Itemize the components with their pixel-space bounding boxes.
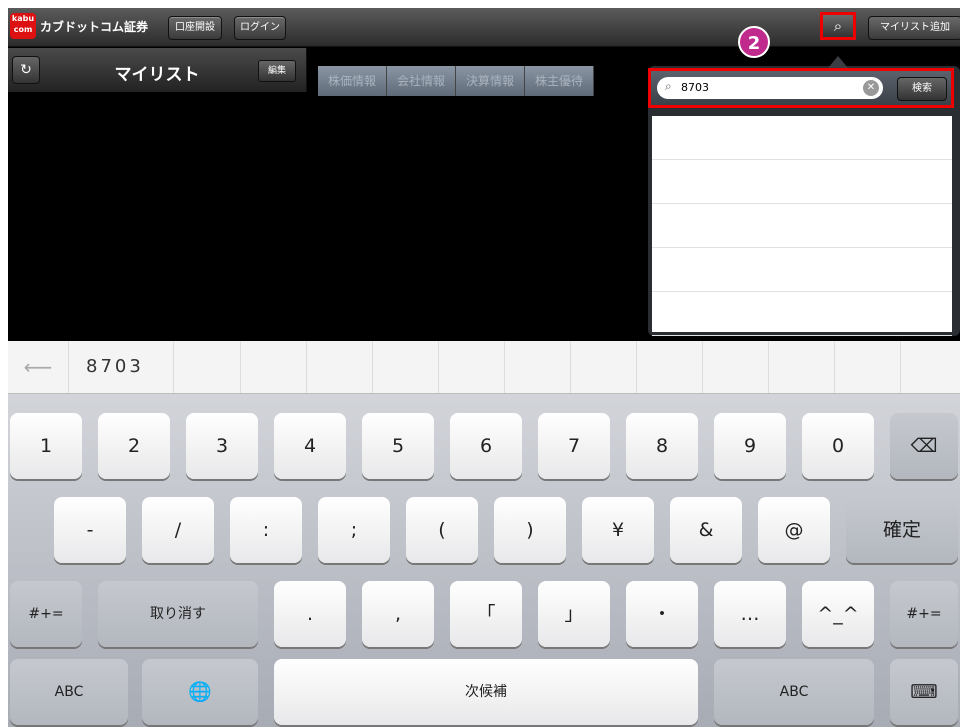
tab-earnings[interactable]: 決算情報 bbox=[456, 66, 526, 96]
top-bar: kabu com カブドットコム証券 口座開設 ログイン ⌕ マイリスト追加 bbox=[8, 8, 960, 47]
key-4[interactable]: 4 bbox=[274, 413, 346, 479]
key-3[interactable]: 3 bbox=[186, 413, 258, 479]
key-9[interactable]: 9 bbox=[714, 413, 786, 479]
search-input[interactable]: ⌕ 8703 ✕ bbox=[657, 77, 883, 99]
next-candidate-key[interactable]: 次候補 bbox=[274, 659, 698, 725]
key-yen[interactable]: ¥ bbox=[582, 497, 654, 563]
key-at[interactable]: @ bbox=[758, 497, 830, 563]
brand-name: カブドットコム証券 bbox=[40, 20, 149, 34]
kabucom-logo: kabu com bbox=[10, 13, 36, 39]
key-hyphen[interactable]: - bbox=[54, 497, 126, 563]
result-row[interactable] bbox=[652, 204, 952, 248]
key-5[interactable]: 5 bbox=[362, 413, 434, 479]
key-slash[interactable]: / bbox=[142, 497, 214, 563]
onscreen-keyboard: ⟵ 8703 1 2 3 4 5 6 7 8 9 0 ⌫ - / : ; ()… bbox=[8, 341, 960, 727]
key-open-paren[interactable]: ( bbox=[406, 497, 478, 563]
candidate-item[interactable]: 8703 bbox=[68, 341, 174, 393]
candidate-slot bbox=[306, 341, 373, 393]
candidate-back-icon[interactable]: ⟵ bbox=[8, 341, 69, 393]
candidate-slot bbox=[372, 341, 439, 393]
key-0[interactable]: 0 bbox=[802, 413, 874, 479]
key-ampersand[interactable]: & bbox=[670, 497, 742, 563]
tab-stock-price[interactable]: 株価情報 bbox=[318, 66, 388, 96]
search-results-list bbox=[652, 116, 952, 336]
candidate-slot bbox=[834, 341, 901, 393]
open-account-button[interactable]: 口座開設 bbox=[168, 16, 222, 40]
key-8[interactable]: 8 bbox=[626, 413, 698, 479]
search-submit-button[interactable]: 検索 bbox=[897, 77, 947, 101]
key-colon[interactable]: : bbox=[230, 497, 302, 563]
candidate-slot bbox=[768, 341, 835, 393]
key-semicolon[interactable]: ; bbox=[318, 497, 390, 563]
candidate-slot bbox=[174, 341, 241, 393]
candidate-slot bbox=[438, 341, 505, 393]
key-6[interactable]: 6 bbox=[450, 413, 522, 479]
key-2[interactable]: 2 bbox=[98, 413, 170, 479]
globe-icon: 🌐 bbox=[188, 681, 212, 703]
key-comma[interactable]: , bbox=[362, 581, 434, 647]
add-mylist-button[interactable]: マイリスト追加 bbox=[868, 16, 960, 40]
globe-key[interactable]: 🌐 bbox=[142, 659, 258, 725]
result-row[interactable] bbox=[652, 248, 952, 292]
undo-key[interactable]: 取り消す bbox=[98, 581, 258, 647]
info-tabs: 株価情報 会社情報 決算情報 株主優待 bbox=[318, 66, 595, 96]
magnifier-icon: ⌕ bbox=[665, 79, 672, 93]
candidate-slot bbox=[240, 341, 307, 393]
abc-key-left[interactable]: ABC bbox=[10, 659, 128, 725]
key-ellipsis[interactable]: … bbox=[714, 581, 786, 647]
key-close-bracket[interactable]: 」 bbox=[538, 581, 610, 647]
search-icon: ⌕ bbox=[833, 17, 843, 35]
search-button[interactable]: ⌕ bbox=[820, 12, 856, 40]
key-emoticon[interactable]: ^_^ bbox=[802, 581, 874, 647]
key-period[interactable]: . bbox=[274, 581, 346, 647]
tab-shareholder-benefits[interactable]: 株主優待 bbox=[525, 66, 595, 96]
hide-keyboard-key[interactable]: ⌨ bbox=[890, 659, 958, 725]
candidate-slot bbox=[636, 341, 703, 393]
symbol-toggle-key-left[interactable]: #+= bbox=[10, 581, 82, 647]
popover-arrow bbox=[828, 56, 848, 68]
clear-icon[interactable]: ✕ bbox=[863, 80, 879, 96]
mylist-header: ↻ マイリスト 編集 bbox=[8, 48, 307, 92]
keyboard-hide-icon: ⌨ bbox=[910, 681, 938, 703]
key-open-bracket[interactable]: 「 bbox=[450, 581, 522, 647]
backspace-icon: ⌫ bbox=[910, 435, 938, 457]
app-screen: kabu com カブドットコム証券 口座開設 ログイン ⌕ マイリスト追加 ↻… bbox=[8, 8, 960, 727]
key-close-paren[interactable]: ) bbox=[494, 497, 566, 563]
symbol-toggle-key-right[interactable]: #+= bbox=[890, 581, 958, 647]
candidate-slot bbox=[504, 341, 571, 393]
login-button[interactable]: ログイン bbox=[234, 16, 286, 40]
candidate-bar: ⟵ 8703 bbox=[8, 341, 960, 394]
key-1[interactable]: 1 bbox=[10, 413, 82, 479]
abc-key-right[interactable]: ABC bbox=[714, 659, 874, 725]
backspace-key[interactable]: ⌫ bbox=[890, 413, 958, 479]
result-row[interactable] bbox=[652, 116, 952, 160]
candidate-slot bbox=[702, 341, 769, 393]
edit-button[interactable]: 編集 bbox=[258, 60, 296, 82]
search-bar: ⌕ 8703 ✕ 検索 bbox=[648, 68, 954, 108]
key-middle-dot[interactable]: ・ bbox=[626, 581, 698, 647]
candidate-slot bbox=[570, 341, 637, 393]
step-badge: 2 bbox=[738, 26, 770, 58]
result-row[interactable] bbox=[652, 292, 952, 336]
key-7[interactable]: 7 bbox=[538, 413, 610, 479]
search-value: 8703 bbox=[681, 81, 709, 94]
tab-company-info[interactable]: 会社情報 bbox=[387, 66, 457, 96]
confirm-key[interactable]: 確定 bbox=[846, 497, 958, 563]
result-row[interactable] bbox=[652, 160, 952, 204]
